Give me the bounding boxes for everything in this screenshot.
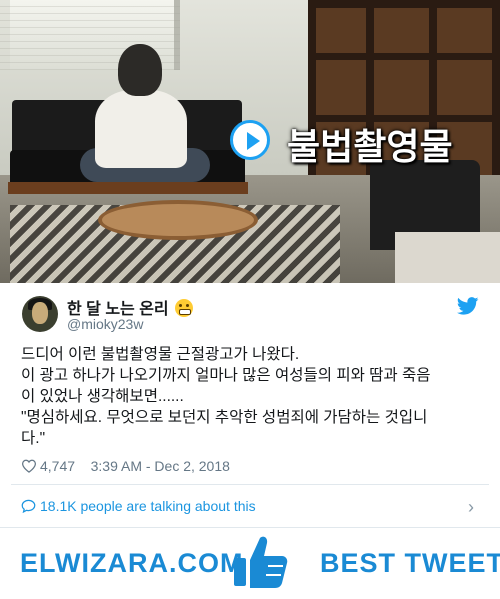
scene-sofa-frame — [8, 182, 248, 194]
conversation-text: 18.1K people are talking about this — [40, 498, 256, 514]
tweet-text: 드디어 이런 불법촬영물 근절광고가 나왔다. 이 광고 하나가 나오기까지 얼… — [21, 344, 483, 449]
divider — [11, 484, 489, 485]
footer-banner: ELWIZARA.COM BEST TWEETS — [0, 528, 500, 599]
tweet-meta: 4,747 3:39 AM - Dec 2, 2018 — [21, 458, 230, 474]
tweet-line: 이 광고 하나가 나오기까지 얼마나 많은 여성들의 피와 땀과 죽음 — [21, 367, 431, 384]
chevron-right-icon[interactable]: › — [468, 497, 474, 518]
twitter-bird-icon[interactable] — [457, 297, 479, 315]
scene-person-head — [118, 44, 162, 96]
play-button[interactable] — [230, 120, 270, 160]
speech-bubble-icon — [21, 499, 36, 513]
scene-coffee-table — [98, 200, 258, 240]
thumbs-up-icon — [234, 536, 288, 588]
like-count: 4,747 — [40, 458, 76, 474]
brand-tagline: BEST TWEETS — [320, 548, 500, 578]
heart-icon — [21, 459, 37, 473]
tweet-line: 다." — [21, 430, 46, 447]
tweet-line: 이 있었나 생각해보면...... — [21, 388, 184, 405]
tweet-card: 한 달 노는 온리 @mioky23w 드디어 이런 불법촬영물 근절광고가 나… — [0, 283, 500, 528]
user-handle[interactable]: @mioky23w — [67, 316, 143, 332]
tweet-line: 드디어 이런 불법촬영물 근절광고가 나왔다. — [21, 346, 300, 363]
grimacing-face-icon — [175, 299, 194, 317]
play-icon — [247, 132, 260, 150]
scene-person-body — [95, 90, 187, 168]
scene-desk — [395, 232, 500, 283]
tweet-timestamp[interactable]: 3:39 AM - Dec 2, 2018 — [91, 458, 230, 474]
avatar[interactable] — [22, 296, 58, 332]
conversation-link[interactable]: 18.1K people are talking about this — [21, 498, 256, 514]
brand-site-name: ELWIZARA.COM — [20, 548, 244, 578]
video-thumbnail[interactable]: 불법촬영물 — [0, 0, 500, 283]
tweet-line: "명심하세요. 무엇으로 보던지 추악한 성범죄에 가담하는 것입니 — [21, 409, 428, 426]
like-button[interactable]: 4,747 — [21, 458, 79, 474]
video-caption: 불법촬영물 — [287, 126, 453, 167]
